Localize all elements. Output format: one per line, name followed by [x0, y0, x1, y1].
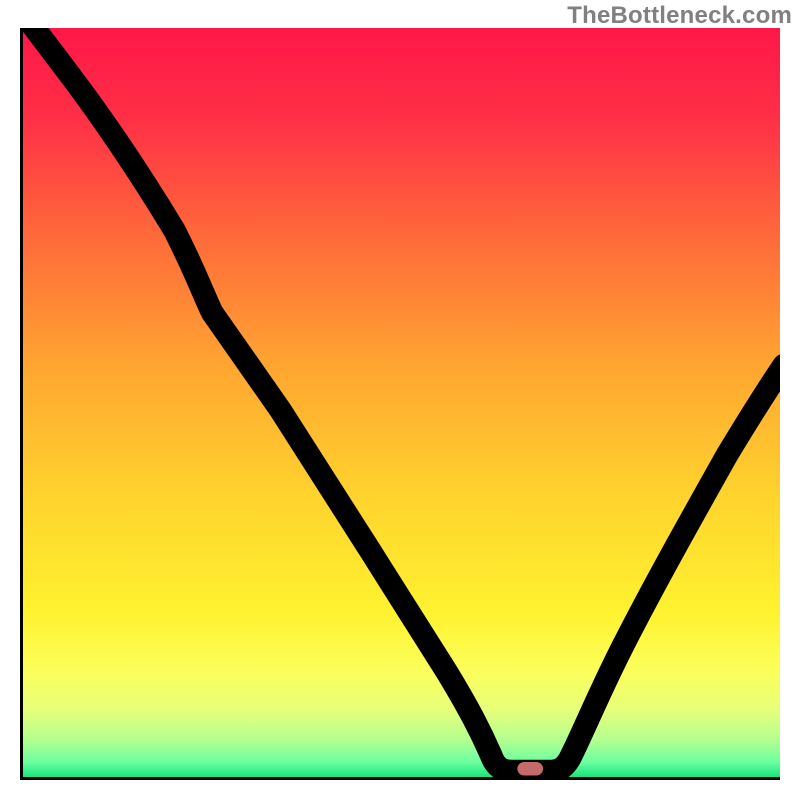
optimal-point-marker [517, 762, 543, 775]
bottleneck-chart: TheBottleneck.com [0, 0, 800, 800]
plot-area [23, 28, 780, 777]
watermark-text: TheBottleneck.com [567, 2, 792, 30]
marker-svg [23, 28, 780, 777]
